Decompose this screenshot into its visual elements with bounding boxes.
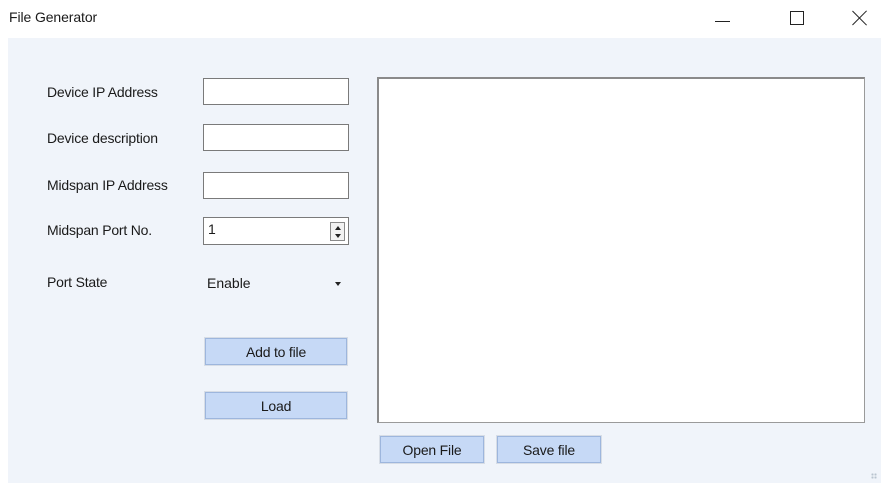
midspan-port-label: Midspan Port No. <box>47 222 152 238</box>
midspan-port-stepper[interactable]: 1 <box>203 217 349 245</box>
port-state-value: Enable <box>207 275 251 291</box>
midspan-port-value: 1 <box>208 221 216 237</box>
close-button[interactable] <box>838 0 882 36</box>
resize-grip-icon[interactable] <box>871 473 877 479</box>
device-description-label: Device description <box>47 130 158 146</box>
arrow-down-icon <box>334 234 341 238</box>
minimize-icon <box>714 20 730 22</box>
midspan-ip-input[interactable] <box>203 172 349 199</box>
open-file-button[interactable]: Open File <box>379 435 485 464</box>
output-textarea[interactable] <box>377 77 865 423</box>
maximize-button[interactable] <box>775 0 819 36</box>
save-file-button[interactable]: Save file <box>496 435 602 464</box>
spin-down-button[interactable] <box>331 232 344 240</box>
minimize-button[interactable] <box>700 0 744 36</box>
window-title: File Generator <box>9 9 98 25</box>
spin-buttons <box>330 222 345 241</box>
add-to-file-button[interactable]: Add to file <box>204 337 348 366</box>
midspan-ip-label: Midspan IP Address <box>47 177 168 193</box>
title-bar[interactable]: File Generator <box>0 0 889 38</box>
chevron-down-icon <box>335 282 341 286</box>
port-state-label: Port State <box>47 274 108 290</box>
spin-up-button[interactable] <box>331 224 344 232</box>
close-icon <box>852 10 868 26</box>
arrow-up-icon <box>334 226 341 230</box>
device-description-input[interactable] <box>203 124 349 151</box>
device-ip-input[interactable] <box>203 78 349 105</box>
port-state-select[interactable]: Enable <box>201 267 349 299</box>
load-button[interactable]: Load <box>204 391 348 420</box>
device-ip-label: Device IP Address <box>47 84 158 100</box>
client-area: Device IP Address Device description Mid… <box>8 38 881 483</box>
maximize-icon <box>790 11 804 25</box>
